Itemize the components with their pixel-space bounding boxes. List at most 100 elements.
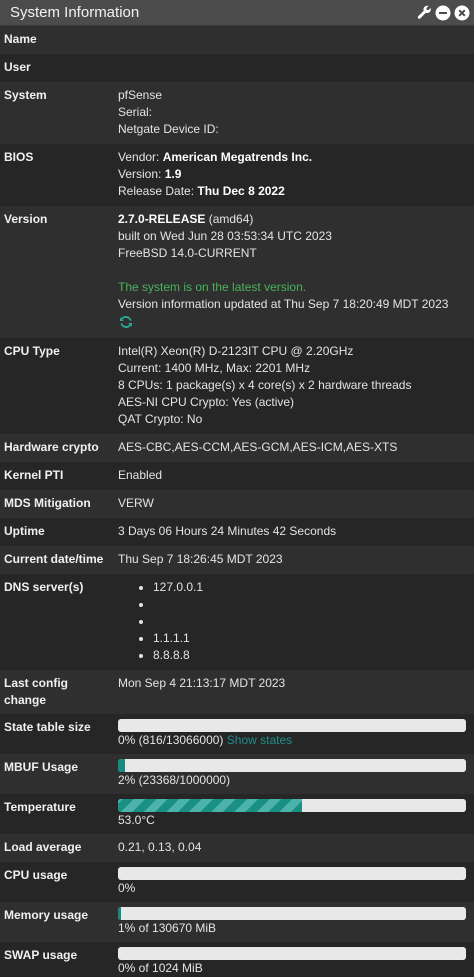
temperature-text: 53.0°C [118,813,155,827]
mbuf-progress-bar [118,759,466,772]
label-uptime: Uptime [4,524,45,538]
label-version: Version [4,212,48,226]
dns-server: 127.0.0.1 [153,579,470,596]
row-load-average: Load average 0.21, 0.13, 0.04 [0,834,474,862]
state-table-text: 0% (816/13066000) [118,733,224,747]
dns-server [153,613,470,630]
value-uptime: 3 Days 06 Hours 24 Minutes 42 Seconds [118,524,337,538]
dns-server [153,596,470,613]
system-serial: Serial: [118,105,153,119]
value-bios: Vendor: American Megatrends Inc. Version… [114,144,474,206]
row-datetime: Current date/time Thu Sep 7 18:26:45 MDT… [0,546,474,574]
system-platform: pfSense [118,88,163,102]
label-last-config-line1: Last config [4,676,69,690]
version-arch: (amd64) [205,212,254,226]
bios-release-label: Release Date: [118,184,198,198]
value-temperature: 53.0°C [114,794,474,834]
bios-vendor-label: Vendor: [118,150,163,164]
cpu-aesni: AES-NI CPU Crypto: Yes (active) [118,395,295,409]
value-swap-usage: 0% of 1024 MiB [114,942,474,977]
row-kernel-pti: Kernel PTI Enabled [0,462,474,490]
panel-header: System Information [0,0,474,26]
system-info-table: Name User System pfSense Serial: Netgate… [0,26,474,977]
minimize-icon[interactable] [435,5,451,21]
row-mbuf: MBUF Usage 2% (23368/1000000) [0,754,474,794]
temperature-progress-fill [118,799,303,812]
value-state-table: 0% (816/13066000) Show states [114,714,474,754]
row-last-config: Last config change Mon Sep 4 21:13:17 MD… [0,670,474,714]
label-name: Name [4,32,37,46]
bios-version-label: Version: [118,167,165,181]
row-memory-usage: Memory usage 1% of 130670 MiB [0,902,474,942]
version-release: 2.7.0-RELEASE (amd64) [118,211,470,228]
value-dns: 127.0.0.1 1.1.1.1 8.8.8.8 [114,574,474,670]
memory-text: 1% of 130670 MiB [118,921,217,935]
value-datetime: Thu Sep 7 18:26:45 MDT 2023 [118,552,283,566]
close-icon[interactable] [454,5,470,21]
cpu-model: Intel(R) Xeon(R) D-2123IT CPU @ 2.20GHz [118,344,354,358]
label-last-config-line2: change [4,693,47,707]
label-hw-crypto: Hardware crypto [4,440,99,454]
version-os: FreeBSD 14.0-CURRENT [118,246,257,260]
bios-version-value: 1.9 [164,167,182,181]
label-mds: MDS Mitigation [4,496,91,510]
label-cpu-type: CPU Type [4,344,60,358]
value-system: pfSense Serial: Netgate Device ID: [114,82,474,144]
row-name: Name [0,26,474,54]
row-state-table: State table size 0% (816/13066000) Show … [0,714,474,754]
bios-vendor: Vendor: American Megatrends Inc. [118,149,470,166]
system-information-panel: System Information Name User System pfSe… [0,0,474,977]
dns-server: 1.1.1.1 [153,630,470,647]
cpu-usage-text: 0% [118,881,136,895]
system-device-id: Netgate Device ID: [118,122,219,136]
show-states-link[interactable]: Show states [227,733,292,747]
row-dns: DNS server(s) 127.0.0.1 1.1.1.1 8.8.8.8 [0,574,474,670]
label-mbuf: MBUF Usage [4,760,79,774]
label-kernel-pti: Kernel PTI [4,468,64,482]
value-user [114,54,474,82]
panel-title: System Information [10,4,140,21]
label-temperature: Temperature [4,800,76,814]
bios-release-value: Thu Dec 8 2022 [197,184,285,198]
label-system: System [4,88,47,102]
version-spacer [118,262,470,279]
bios-version: Version: 1.9 [118,166,470,183]
row-swap-usage: SWAP usage 0% of 1024 MiB [0,942,474,977]
row-cpu-type: CPU Type Intel(R) Xeon(R) D-2123IT CPU @… [0,338,474,434]
label-load-average: Load average [4,840,82,854]
value-name [114,26,474,54]
value-cpu-type: Intel(R) Xeon(R) D-2123IT CPU @ 2.20GHz … [114,338,474,434]
mbuf-text: 2% (23368/1000000) [118,773,231,787]
version-release-value: 2.7.0-RELEASE [118,212,206,226]
row-user: User [0,54,474,82]
refresh-icon[interactable] [118,314,134,330]
cpu-cores: 8 CPUs: 1 package(s) x 4 core(s) x 2 har… [118,378,412,392]
label-dns: DNS server(s) [4,580,84,594]
version-status: The system is on the latest version. [118,280,307,294]
value-cpu-usage: 0% [114,862,474,902]
value-mbuf: 2% (23368/1000000) [114,754,474,794]
dns-server: 8.8.8.8 [153,647,470,664]
row-hw-crypto: Hardware crypto AES-CBC,AES-CCM,AES-GCM,… [0,434,474,462]
label-datetime: Current date/time [4,552,104,566]
cpu-freq: Current: 1400 MHz, Max: 2201 MHz [118,361,311,375]
label-cpu-usage: CPU usage [4,868,68,882]
cpu-usage-progress-bar [118,867,466,880]
label-state-table: State table size [4,720,91,734]
cpu-qat: QAT Crypto: No [118,412,203,426]
label-swap-usage: SWAP usage [4,948,78,962]
dns-list: 127.0.0.1 1.1.1.1 8.8.8.8 [118,579,470,664]
value-hw-crypto: AES-CBC,AES-CCM,AES-GCM,AES-ICM,AES-XTS [118,440,398,454]
row-temperature: Temperature 53.0°C [0,794,474,834]
state-table-progress-bar [118,719,466,732]
wrench-icon[interactable] [416,5,432,21]
row-version: Version 2.7.0-RELEASE (amd64) built on W… [0,206,474,338]
value-version: 2.7.0-RELEASE (amd64) built on Wed Jun 2… [114,206,474,338]
value-load-average: 0.21, 0.13, 0.04 [118,840,202,854]
mbuf-progress-fill [118,759,125,772]
bios-release: Release Date: Thu Dec 8 2022 [118,183,470,200]
swap-text: 0% of 1024 MiB [118,961,203,975]
state-table-info: 0% (816/13066000) Show states [118,732,470,749]
row-uptime: Uptime 3 Days 06 Hours 24 Minutes 42 Sec… [0,518,474,546]
bios-vendor-value: American Megatrends Inc. [162,150,313,164]
